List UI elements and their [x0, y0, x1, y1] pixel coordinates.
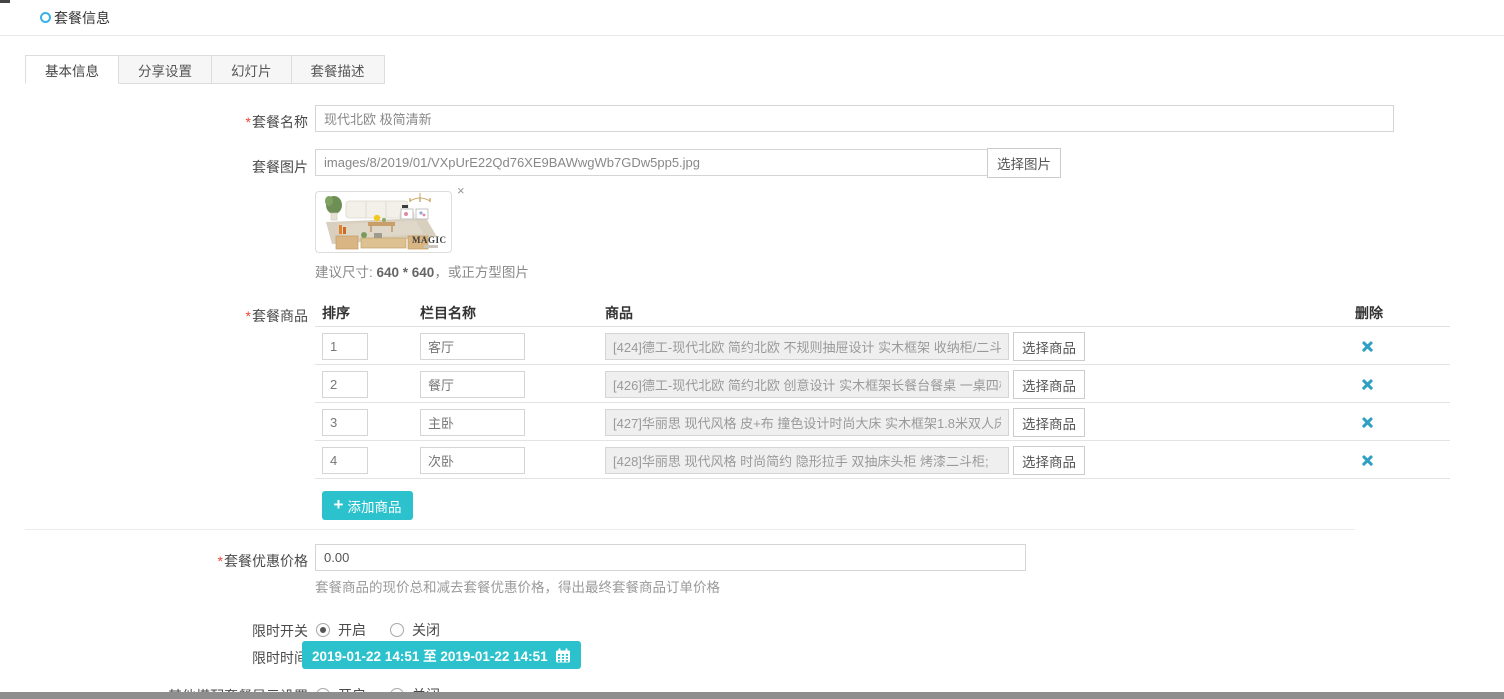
package-name-label: *套餐名称 [0, 112, 308, 132]
calendar-icon [555, 648, 571, 663]
radio-off[interactable] [390, 623, 404, 637]
products-table-header: 排序 栏目名称 商品 删除 [315, 303, 1450, 327]
choose-image-button[interactable]: 选择图片 [987, 148, 1061, 178]
column-category: 栏目名称 [420, 303, 476, 323]
time-range-label: 限时时间 [0, 648, 308, 668]
category-input[interactable] [420, 333, 525, 360]
delete-row-icon[interactable] [1361, 454, 1374, 467]
radio-on[interactable] [316, 623, 330, 637]
table-row: 选择商品 [315, 441, 1450, 479]
delete-row-icon[interactable] [1361, 340, 1374, 353]
product-input[interactable] [605, 333, 1009, 360]
category-input[interactable] [420, 447, 525, 474]
column-sort: 排序 [322, 303, 350, 323]
tab-share-settings[interactable]: 分享设置 [119, 55, 212, 84]
choose-product-button[interactable]: 选择商品 [1013, 446, 1085, 475]
thumb-logo-text: MAGIC [412, 235, 447, 245]
delete-row-icon[interactable] [1361, 378, 1374, 391]
discount-price-label: *套餐优惠价格 [0, 551, 308, 571]
delete-row-icon[interactable] [1361, 416, 1374, 429]
sort-input[interactable] [322, 371, 368, 398]
table-row: 选择商品 [315, 403, 1450, 441]
package-image-label: 套餐图片 [0, 157, 308, 177]
category-input[interactable] [420, 409, 525, 436]
page-header: 套餐信息 [0, 0, 1504, 36]
product-input[interactable] [605, 409, 1009, 436]
package-name-input[interactable] [315, 105, 1394, 132]
tab-package-description[interactable]: 套餐描述 [292, 55, 385, 84]
category-input[interactable] [420, 371, 525, 398]
furniture-collage-image: MAGIC [316, 192, 451, 252]
date-range-text: 2019-01-22 14:51 至 2019-01-22 14:51 [312, 645, 548, 665]
tab-basic-info[interactable]: 基本信息 [25, 55, 119, 84]
circle-icon [40, 12, 51, 23]
required-asterisk: * [246, 114, 251, 130]
product-input[interactable] [605, 447, 1009, 474]
sort-input[interactable] [322, 409, 368, 436]
column-product: 商品 [605, 303, 633, 323]
radio-off-label[interactable]: 关闭 [412, 620, 440, 640]
date-range-button[interactable]: 2019-01-22 14:51 至 2019-01-22 14:51 [302, 641, 581, 669]
tab-slideshow[interactable]: 幻灯片 [212, 55, 292, 84]
tab-bar: 基本信息 分享设置 幻灯片 套餐描述 [25, 55, 385, 84]
table-row: 选择商品 [315, 365, 1450, 403]
discount-price-input[interactable] [315, 544, 1026, 571]
package-products-label: *套餐商品 [0, 306, 308, 326]
image-size-hint: 建议尺寸: 640 * 640，或正方型图片 [315, 261, 529, 281]
choose-product-button[interactable]: 选择商品 [1013, 370, 1085, 399]
add-product-button[interactable]: + 添加商品 [322, 491, 413, 520]
time-switch-label: 限时开关 [0, 621, 308, 641]
window-bottom-bar [0, 692, 1504, 699]
sort-input[interactable] [322, 333, 368, 360]
section-divider [25, 529, 1355, 530]
time-switch-options: 开启 关闭 [316, 620, 456, 640]
package-image-path-input[interactable] [315, 149, 988, 176]
choose-product-button[interactable]: 选择商品 [1013, 408, 1085, 437]
price-hint-text: 套餐商品的现价总和减去套餐优惠价格，得出最终套餐商品订单价格 [315, 576, 720, 596]
package-image-thumbnail: MAGIC [315, 191, 452, 253]
remove-image-icon[interactable]: × [457, 184, 465, 197]
page-title: 套餐信息 [54, 8, 110, 28]
choose-product-button[interactable]: 选择商品 [1013, 332, 1085, 361]
table-row: 选择商品 [315, 327, 1450, 365]
plus-icon: + [334, 496, 344, 513]
column-delete: 删除 [1355, 303, 1383, 323]
sort-input[interactable] [322, 447, 368, 474]
radio-on-label[interactable]: 开启 [338, 620, 366, 640]
product-input[interactable] [605, 371, 1009, 398]
